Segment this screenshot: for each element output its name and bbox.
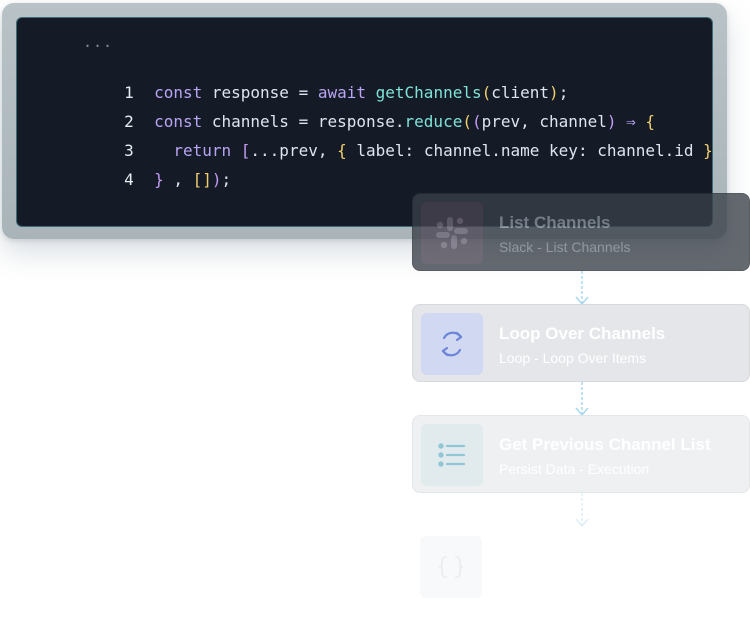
step-subtitle: Loop - Loop Over Items [499,350,647,366]
code-line: 2 const channels = response.reduce((prev,… [17,86,655,131]
line-number: 4 [124,170,134,189]
slack-icon [421,202,483,264]
code-braces-icon [420,536,482,598]
integration-showcase: ... 1 const response = await getChannels(… [0,0,750,618]
workflow-step-list-channels[interactable]: List Channels Slack - List Channels [412,193,750,271]
code-token: ) [211,170,222,189]
code-line: 4} , []); [17,144,231,189]
step-title: Loop Over Channels [499,324,666,343]
code-token: ...prev, [250,141,338,160]
step-subtitle: Slack - List Channels [499,239,631,255]
code-token: { [337,141,347,160]
code-line: 3 return [...prev, { label: channel.name… [17,115,712,160]
list-icon [421,424,483,486]
workflow-step-code[interactable] [412,526,750,604]
code-token: , [163,170,193,189]
code-token: } [154,170,164,189]
workflow-step-loop-over-channels[interactable]: Loop Over Channels Loop - Loop Over Item… [412,304,750,382]
code-token: label: channel.name key: channel.id [346,141,704,160]
code-text: return [...prev, { label: channel.name k… [154,139,713,163]
code-token: ; [221,170,232,189]
code-text: } , []); [154,168,231,192]
code-token: } [703,141,713,160]
code-token: [] [192,170,212,189]
step-subtitle: Persist Data - Execution [499,461,650,477]
step-title: Get Previous Channel List [499,435,711,454]
workflow-step-get-previous-channel-list[interactable]: Get Previous Channel List Persist Data -… [412,415,750,493]
loop-arrows-icon [421,313,483,375]
code-token: [ [240,141,251,160]
code-line: 1 const response = await getChannels(clie… [17,57,568,102]
code-ellipsis: ... [83,33,114,51]
step-title: List Channels [499,213,611,232]
